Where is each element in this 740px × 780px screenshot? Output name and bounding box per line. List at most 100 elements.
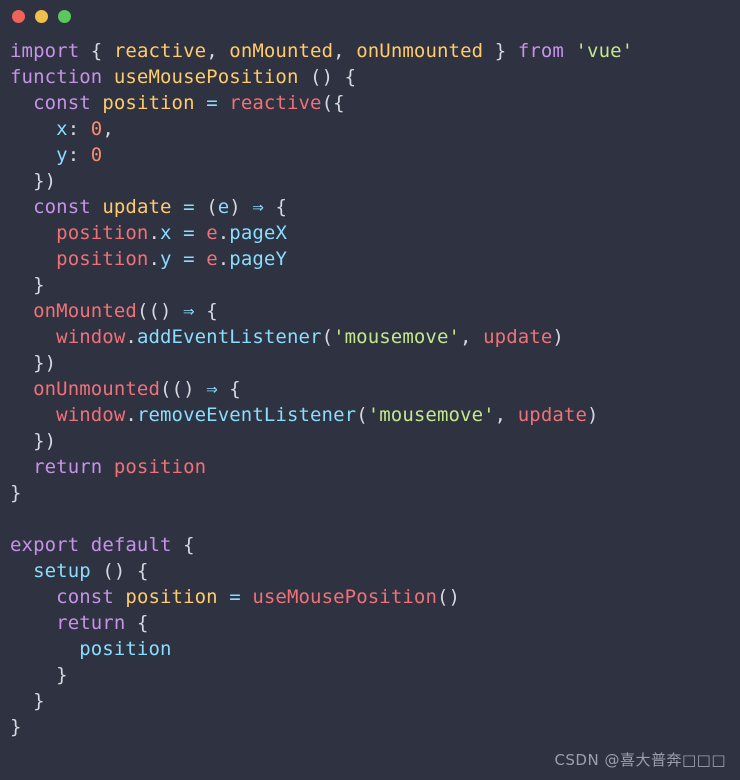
code-token: }) xyxy=(33,430,57,452)
code-token: e xyxy=(206,222,218,244)
code-token: 0 xyxy=(90,144,103,166)
code-token: return xyxy=(56,612,126,634)
code-token: { xyxy=(229,378,241,400)
code-token: reactive xyxy=(113,40,207,62)
code-token: = xyxy=(229,586,241,608)
code-token: useMousePosition xyxy=(113,66,299,88)
code-token: (( xyxy=(136,300,161,322)
code-line: } xyxy=(10,272,740,298)
code-line: } xyxy=(10,714,740,740)
code-token: pageY xyxy=(229,248,287,270)
code-token: reactive xyxy=(229,92,322,114)
code-token: } xyxy=(56,664,68,686)
code-token: ( xyxy=(321,326,334,348)
code-token: = xyxy=(183,222,195,244)
code-token: } xyxy=(10,716,22,738)
code-line: } xyxy=(10,480,740,506)
code-line: } xyxy=(10,688,740,714)
code-line: onMounted(() ⇒ { xyxy=(10,298,740,324)
code-token: = xyxy=(206,92,218,114)
code-token: } xyxy=(33,274,45,296)
minimize-button[interactable] xyxy=(35,9,48,23)
code-token: ) xyxy=(160,300,172,322)
code-token: update xyxy=(483,326,553,348)
code-token: , xyxy=(494,404,507,426)
code-token: { xyxy=(90,40,103,62)
close-button[interactable] xyxy=(12,9,25,23)
code-token: } xyxy=(494,40,507,62)
code-token: { xyxy=(136,560,149,582)
code-token: : xyxy=(67,144,80,166)
code-token: () xyxy=(436,586,461,608)
code-token: y xyxy=(160,248,172,270)
code-line: }) xyxy=(10,168,740,194)
code-token: addEventListener xyxy=(136,326,322,348)
code-token: x xyxy=(56,118,68,140)
code-token: useMousePosition xyxy=(252,586,437,608)
code-token: return xyxy=(33,456,103,478)
code-token: ) xyxy=(587,404,599,426)
code-token: onUnmounted xyxy=(356,40,484,62)
code-line: const position = useMousePosition() xyxy=(10,584,740,610)
code-token: setup xyxy=(33,560,91,582)
code-editor[interactable]: import { reactive, onMounted, onUnmounte… xyxy=(0,32,740,740)
code-token: . xyxy=(217,248,230,270)
code-token: e xyxy=(206,248,218,270)
window-title-bar xyxy=(0,0,740,32)
code-line: return { xyxy=(10,610,740,636)
code-token: ( xyxy=(356,404,368,426)
code-token: ) xyxy=(229,196,241,218)
code-token: 'mousemove' xyxy=(333,326,461,348)
code-line: position xyxy=(10,636,740,662)
code-token: import xyxy=(10,40,80,62)
code-token: export xyxy=(10,534,80,556)
code-token: = xyxy=(183,248,195,270)
code-token: { xyxy=(333,92,345,114)
code-token: , xyxy=(333,40,345,62)
code-line: export default { xyxy=(10,532,740,558)
code-token: , xyxy=(206,40,218,62)
code-line: }) xyxy=(10,428,740,454)
code-line: window.addEventListener('mousemove', upd… xyxy=(10,324,740,350)
code-line: const update = (e) ⇒ { xyxy=(10,194,740,220)
code-token: window xyxy=(56,326,126,348)
maximize-button[interactable] xyxy=(58,9,71,23)
code-line: }) xyxy=(10,350,740,376)
code-token: ) xyxy=(552,326,564,348)
code-line: onUnmounted(() ⇒ { xyxy=(10,376,740,402)
code-token: } xyxy=(33,690,45,712)
code-token: } xyxy=(10,482,22,504)
code-token: { xyxy=(136,612,149,634)
code-token: 'mousemove' xyxy=(367,404,495,426)
code-token: { xyxy=(275,196,288,218)
code-line: return position xyxy=(10,454,740,480)
